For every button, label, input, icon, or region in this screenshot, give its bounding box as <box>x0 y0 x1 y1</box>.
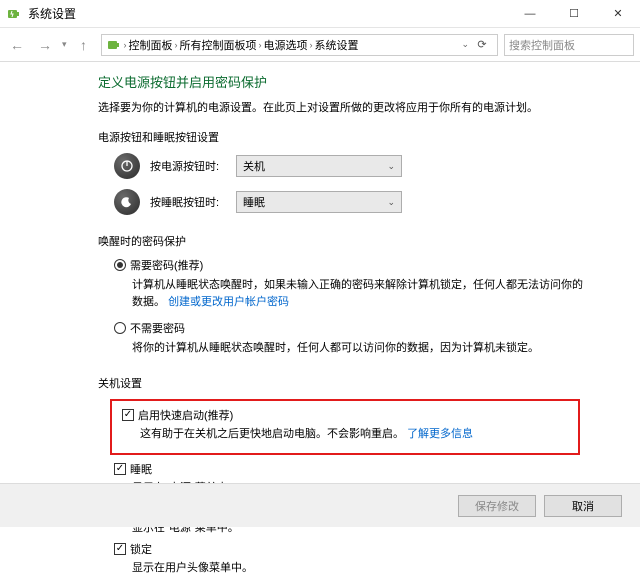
fast-startup-option: 启用快速启动(推荐) 这有助于在关机之后更快地启动电脑。不会影响重启。 了解更多… <box>118 407 572 441</box>
require-password-radio[interactable] <box>114 259 126 271</box>
minimize-button[interactable]: — <box>508 0 552 28</box>
sleep-button-label: 按睡眠按钮时: <box>150 194 236 210</box>
history-dropdown[interactable]: ▾ <box>62 39 67 50</box>
no-password-option: 不需要密码 将你的计算机从睡眠状态唤醒时，任何人都可以访问你的数据，因为计算机未… <box>98 320 640 357</box>
fast-startup-highlight: 启用快速启动(推荐) 这有助于在关机之后更快地启动电脑。不会影响重启。 了解更多… <box>110 399 580 455</box>
window-controls: — ☐ ✕ <box>508 0 640 28</box>
titlebar: 系统设置 — ☐ ✕ <box>0 0 640 28</box>
lock-checkbox[interactable] <box>114 543 126 555</box>
page-heading: 定义电源按钮并启用密码保护 <box>98 72 640 91</box>
wake-section-label: 唤醒时的密码保护 <box>98 233 640 249</box>
no-password-radio[interactable] <box>114 322 126 334</box>
navbar: ← → ▾ ↑ › 控制面板 › 所有控制面板项 › 电源选项 › 系统设置 ⌄… <box>0 28 640 62</box>
crumb-item[interactable]: 控制面板 <box>129 37 173 53</box>
breadcrumb[interactable]: › 控制面板 › 所有控制面板项 › 电源选项 › 系统设置 ⌄ ⟳ <box>101 34 498 56</box>
power-button-select[interactable]: 关机 ⌄ <box>236 155 402 177</box>
footer: 保存修改 取消 <box>0 483 640 527</box>
power-button-row: 按电源按钮时: 关机 ⌄ <box>98 153 640 179</box>
select-value: 睡眠 <box>243 194 265 210</box>
lock-desc: 显示在用户头像菜单中。 <box>132 559 640 575</box>
sleep-button-row: 按睡眠按钮时: 睡眠 ⌄ <box>98 189 640 215</box>
window-title: 系统设置 <box>28 5 508 22</box>
power-button-label: 按电源按钮时: <box>150 158 236 174</box>
search-placeholder: 搜索控制面板 <box>509 37 575 53</box>
checkbox-label: 启用快速启动(推荐) <box>138 407 233 423</box>
radio-label: 需要密码(推荐) <box>130 257 203 273</box>
sleep-icon <box>114 189 140 215</box>
fast-startup-checkbox[interactable] <box>122 409 134 421</box>
close-button[interactable]: ✕ <box>596 0 640 28</box>
refresh-button[interactable]: ⟳ <box>471 38 493 51</box>
power-buttons-section-label: 电源按钮和睡眠按钮设置 <box>98 129 640 145</box>
chevron-down-icon: ⌄ <box>387 161 395 172</box>
no-password-desc: 将你的计算机从睡眠状态唤醒时，任何人都可以访问你的数据，因为计算机未锁定。 <box>132 340 590 357</box>
sleep-checkbox[interactable] <box>114 463 126 475</box>
save-button[interactable]: 保存修改 <box>458 495 536 517</box>
up-button[interactable]: ↑ <box>73 34 95 56</box>
radio-label: 不需要密码 <box>130 320 185 336</box>
create-password-link[interactable]: 创建或更改用户帐户密码 <box>168 296 289 308</box>
require-password-desc: 计算机从睡眠状态唤醒时，如果未输入正确的密码来解除计算机锁定，任何人都无法访问你… <box>132 277 590 310</box>
search-input[interactable]: 搜索控制面板 <box>504 34 634 56</box>
fast-startup-desc: 这有助于在关机之后更快地启动电脑。不会影响重启。 了解更多信息 <box>140 425 572 441</box>
back-button[interactable]: ← <box>6 34 28 56</box>
crumb-item[interactable]: 电源选项 <box>264 37 308 53</box>
chevron-down-icon[interactable]: ⌄ <box>461 39 469 50</box>
page-subtext: 选择要为你的计算机的电源设置。在此页上对设置所做的更改将应用于你所有的电源计划。 <box>98 99 640 115</box>
lock-option: 锁定 显示在用户头像菜单中。 <box>98 541 640 575</box>
chevron-down-icon: ⌄ <box>387 197 395 208</box>
learn-more-link[interactable]: 了解更多信息 <box>407 428 473 440</box>
power-options-icon <box>106 37 122 53</box>
select-value: 关机 <box>243 158 265 174</box>
require-password-option: 需要密码(推荐) 计算机从睡眠状态唤醒时，如果未输入正确的密码来解除计算机锁定，… <box>98 257 640 310</box>
maximize-button[interactable]: ☐ <box>552 0 596 28</box>
power-icon <box>114 153 140 179</box>
sleep-button-select[interactable]: 睡眠 ⌄ <box>236 191 402 213</box>
cancel-button[interactable]: 取消 <box>544 495 622 517</box>
checkbox-label: 睡眠 <box>130 461 152 477</box>
checkbox-label: 锁定 <box>130 541 152 557</box>
forward-button[interactable]: → <box>34 34 56 56</box>
power-options-icon <box>6 6 22 22</box>
shutdown-section-label: 关机设置 <box>98 375 640 391</box>
crumb-item[interactable]: 系统设置 <box>315 37 359 53</box>
crumb-item[interactable]: 所有控制面板项 <box>180 37 257 53</box>
